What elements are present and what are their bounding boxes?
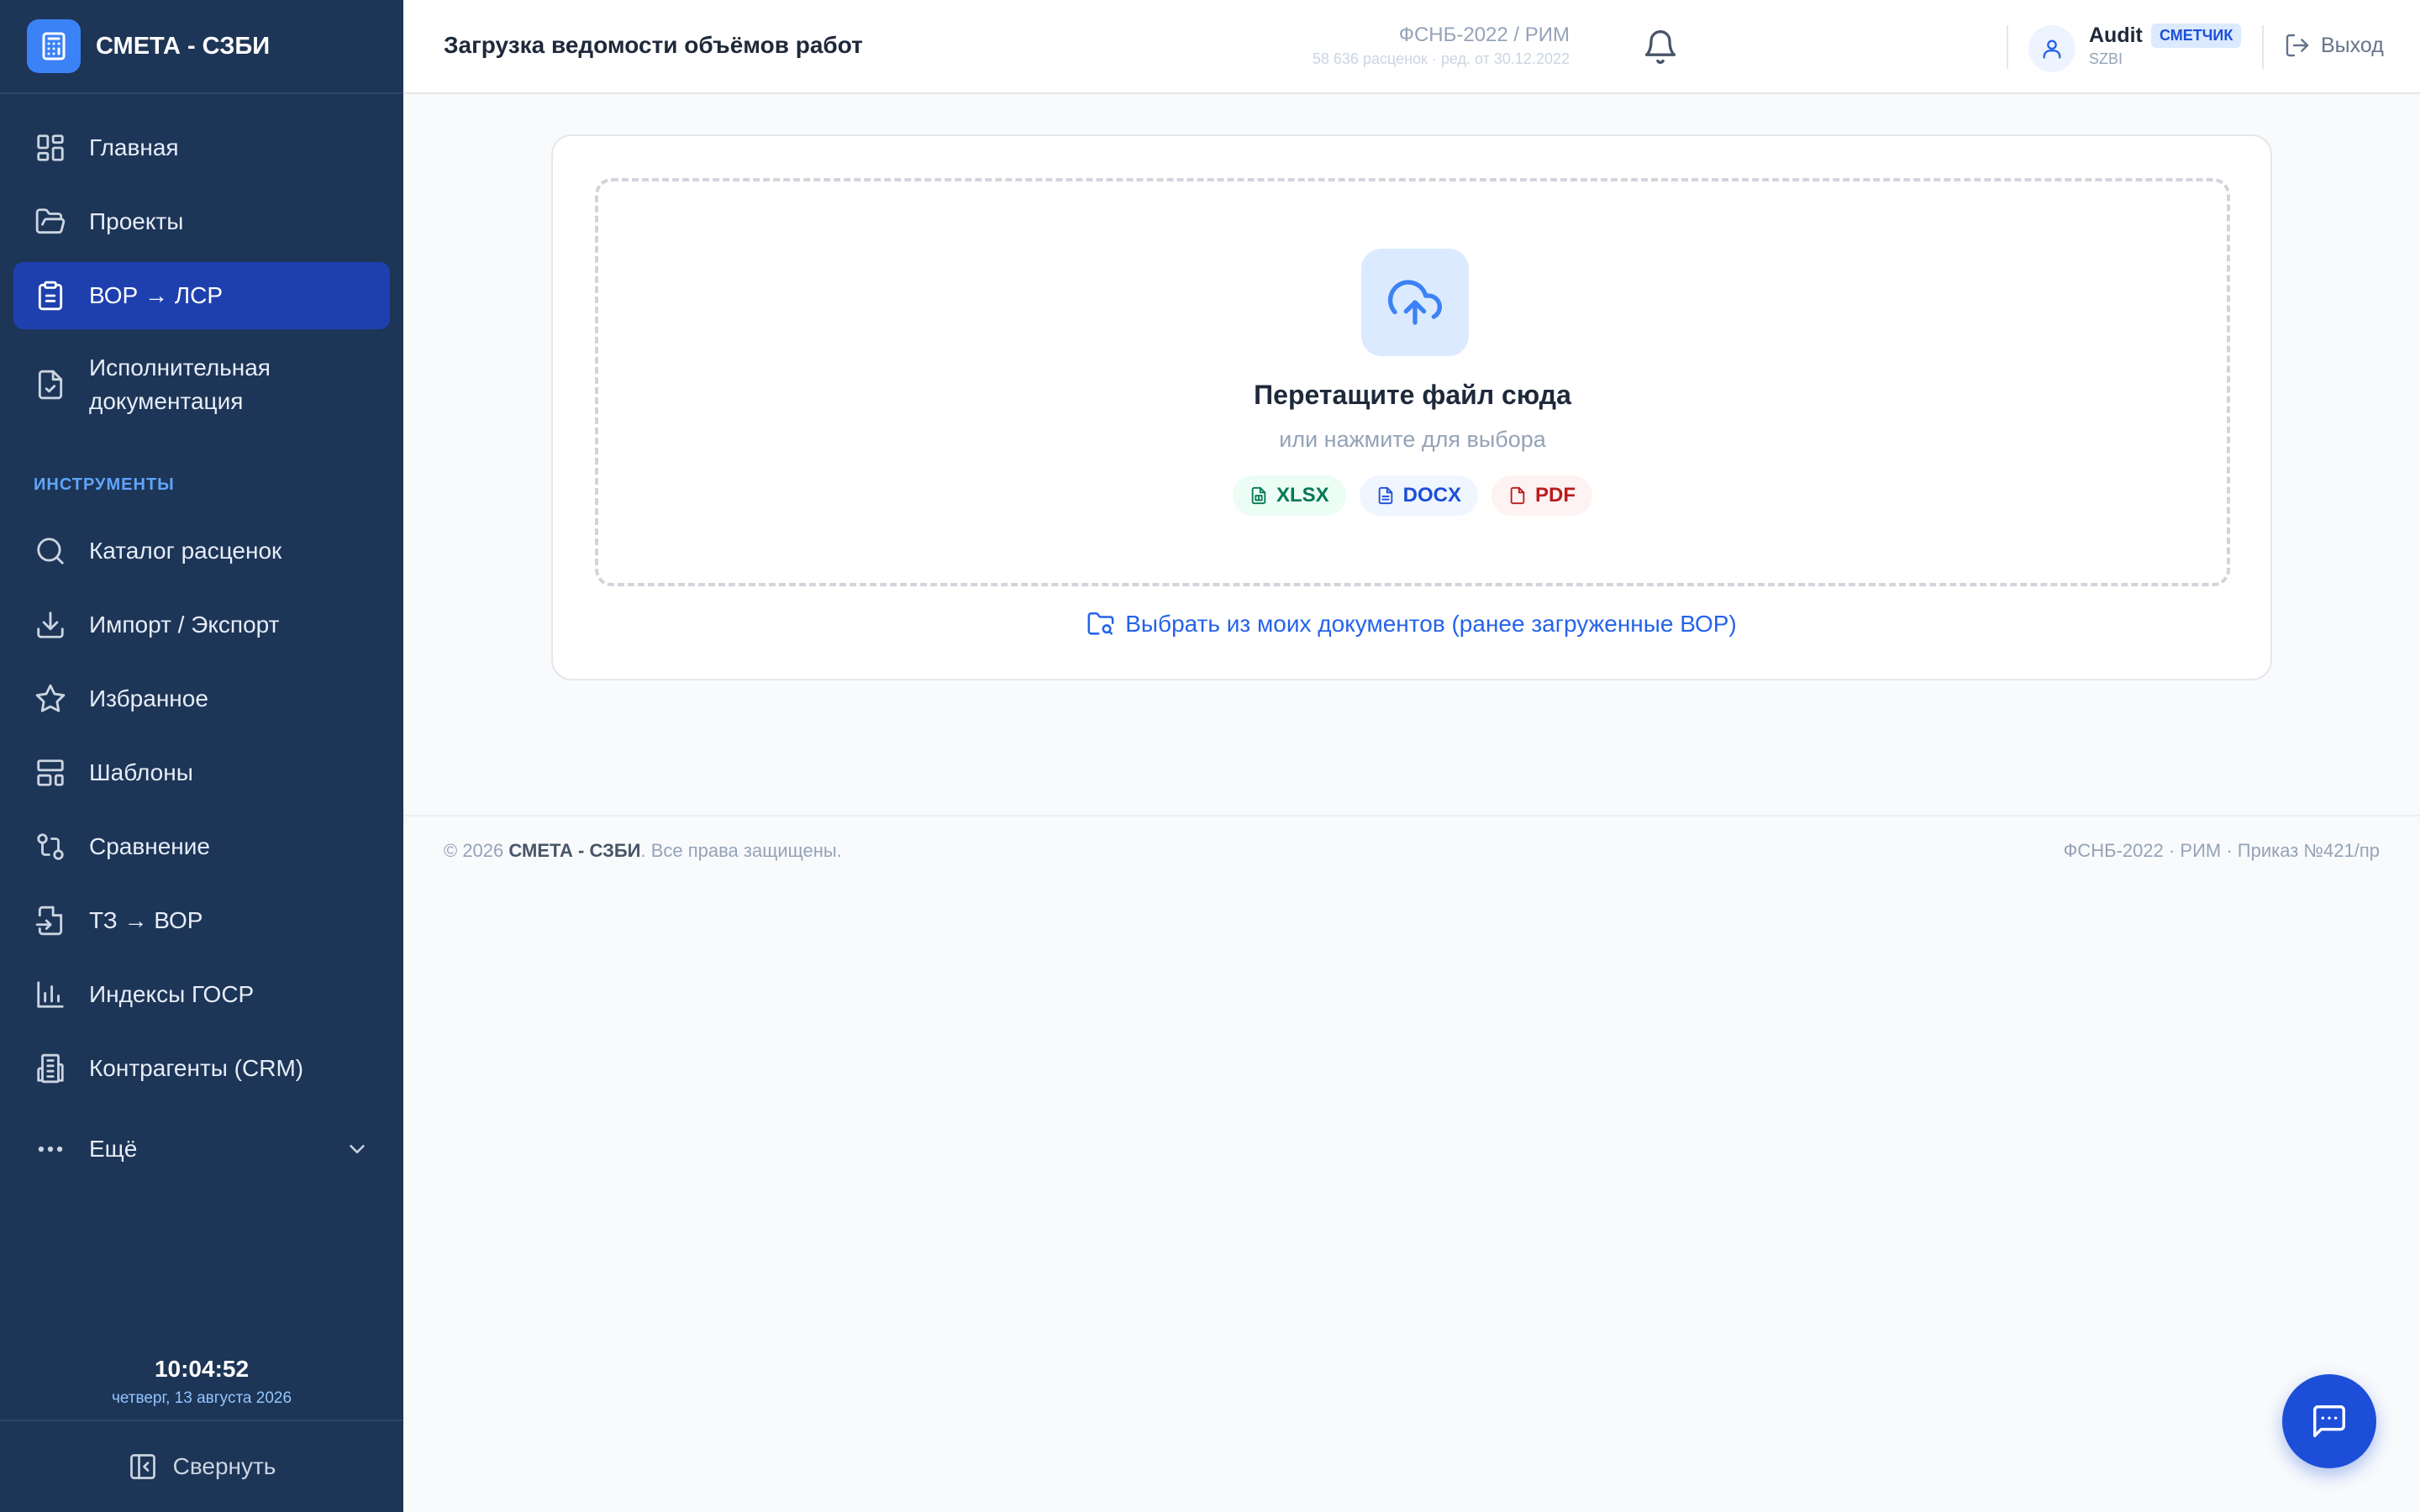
dropzone-title: Перетащите файл сюда (1254, 380, 1571, 410)
logout-button[interactable]: Выход (2284, 32, 2384, 59)
database-info: ФСНБ-2022 / РИМ 58 636 расценок · ред. о… (1313, 24, 1570, 68)
sidebar-item-indices[interactable]: Индексы ГОСР (13, 961, 390, 1028)
brand[interactable]: СМЕТА - СЗБИ (0, 0, 403, 94)
collapse-label: Свернуть (172, 1453, 276, 1479)
page-title: Загрузка ведомости объёмов работ (444, 32, 863, 58)
divider (2262, 25, 2264, 69)
format-chip-pdf: PDF (1491, 475, 1593, 516)
sidebar-item-label: Ещё (89, 1136, 138, 1162)
pick-from-documents-link[interactable]: Выбрать из моих документов (ранее загруж… (553, 610, 2270, 638)
download-icon (32, 606, 69, 643)
notifications-bell-icon[interactable] (1642, 29, 1679, 70)
clipboard-icon (32, 277, 69, 314)
footer: © 2026 СМЕТА - СЗБИ. Все права защищены.… (403, 815, 2420, 890)
divider (2007, 25, 2008, 69)
spreadsheet-file-icon (1249, 486, 1268, 505)
chat-icon (2313, 1405, 2345, 1437)
sidebar-item-label: ТЗ → ВОР (89, 907, 203, 933)
sidebar-item-compare[interactable]: Сравнение (13, 813, 390, 880)
dropzone-subtitle: или нажмите для выбора (1279, 427, 1546, 452)
sidebar-item-label: Каталог расценок (89, 538, 282, 564)
format-chip-xlsx: XLSX (1232, 475, 1346, 516)
chat-button[interactable] (2282, 1374, 2376, 1468)
panel-collapse-icon (128, 1452, 158, 1482)
sidebar-item-more[interactable]: Ещё (13, 1116, 390, 1183)
copyright-suffix: . Все права защищены. (640, 840, 842, 861)
file-check-icon (32, 366, 69, 403)
upload-card: Перетащите файл сюда или нажмите для выб… (551, 134, 2272, 680)
sidebar-item-home[interactable]: Главная (13, 114, 390, 181)
database-name: ФСНБ-2022 / РИМ (1398, 24, 1570, 46)
sidebar-item-label: Главная (89, 134, 179, 160)
copyright-brand: СМЕТА - СЗБИ (508, 840, 641, 861)
star-icon (32, 680, 69, 717)
sidebar-item-label: Контрагенты (CRM) (89, 1055, 304, 1081)
user-org: SZBI (2089, 50, 2123, 67)
bar-chart-icon (32, 976, 69, 1013)
building-icon (32, 1050, 69, 1087)
calculator-icon (27, 19, 81, 73)
collapse-sidebar-button[interactable]: Свернуть (0, 1420, 403, 1512)
sidebar-item-tz-vor[interactable]: ТЗ → ВОР (13, 887, 390, 954)
folder-open-icon (32, 203, 69, 240)
user-avatar[interactable] (2028, 25, 2075, 72)
cloud-upload-icon (1361, 249, 1469, 356)
sidebar-item-catalog[interactable]: Каталог расценок (13, 517, 390, 585)
format-chip-docx: DOCX (1359, 475, 1479, 516)
footer-regulation: ФСНБ-2022 · РИМ · Приказ №421/пр (2063, 840, 2380, 861)
database-details: 58 636 расценок · ред. от 30.12.2022 (1312, 50, 1570, 67)
sidebar-item-crm[interactable]: Контрагенты (CRM) (13, 1035, 390, 1102)
file-dropzone[interactable]: Перетащите файл сюда или нажмите для выб… (595, 178, 2230, 586)
sidebar-item-label: Сравнение (89, 833, 210, 859)
sidebar-item-templates[interactable]: Шаблоны (13, 739, 390, 806)
sidebar-item-import-export[interactable]: Импорт / Экспорт (13, 591, 390, 659)
user-name: Audit (2089, 24, 2143, 47)
logout-icon (2284, 32, 2311, 59)
sidebar-item-projects[interactable]: Проекты (13, 188, 390, 255)
clock: 10:04:52 четверг, 13 августа 2026 (0, 1356, 403, 1408)
sidebar-item-label: Шаблоны (89, 759, 193, 785)
pdf-file-icon (1508, 486, 1527, 505)
top-bar: Загрузка ведомости объёмов работ ФСНБ-20… (403, 0, 2420, 94)
sidebar-item-label: Исполнительная документация (89, 354, 271, 414)
sidebar-item-favorites[interactable]: Избранное (13, 665, 390, 732)
sidebar-item-exec-docs[interactable]: Исполнительная документация (13, 341, 390, 428)
chevron-down-icon (345, 1137, 370, 1162)
format-label: XLSX (1276, 484, 1329, 507)
footer-copyright: © 2026 СМЕТА - СЗБИ. Все права защищены. (444, 840, 842, 862)
app-name: СМЕТА - СЗБИ (96, 32, 271, 60)
copyright-prefix: © 2026 (444, 840, 504, 861)
more-horizontal-icon (32, 1131, 69, 1168)
format-chips: XLSX DOCX PDF (598, 475, 2227, 516)
format-label: DOCX (1402, 484, 1462, 507)
dashboard-icon (32, 129, 69, 166)
sidebar-item-label: Избранное (89, 685, 208, 711)
sidebar-item-label: Проекты (89, 208, 184, 234)
logout-label: Выход (2321, 33, 2384, 57)
pick-link-label: Выбрать из моих документов (ранее загруж… (1125, 611, 1737, 637)
sidebar-item-vor-lsr[interactable]: ВОР → ЛСР (13, 262, 390, 329)
layout-template-icon (32, 754, 69, 791)
user-role-badge: СМЕТЧИК (2151, 24, 2242, 48)
sidebar-item-label: Индексы ГОСР (89, 981, 255, 1007)
sidebar-item-label: Импорт / Экспорт (89, 612, 280, 638)
clock-date: четверг, 13 августа 2026 (111, 1389, 292, 1407)
sidebar: СМЕТА - СЗБИ Главная Проекты ВОР → ЛСР И… (0, 0, 403, 1512)
document-file-icon (1376, 486, 1395, 505)
search-icon (32, 533, 69, 570)
file-import-icon (32, 902, 69, 939)
git-compare-icon (32, 828, 69, 865)
tools-section-label: ИНСТРУМЕНТЫ (34, 475, 175, 494)
format-label: PDF (1535, 484, 1576, 507)
clock-time: 10:04:52 (154, 1356, 250, 1382)
sidebar-item-label: ВОР → ЛСР (89, 282, 224, 308)
folder-search-icon (1086, 610, 1115, 638)
